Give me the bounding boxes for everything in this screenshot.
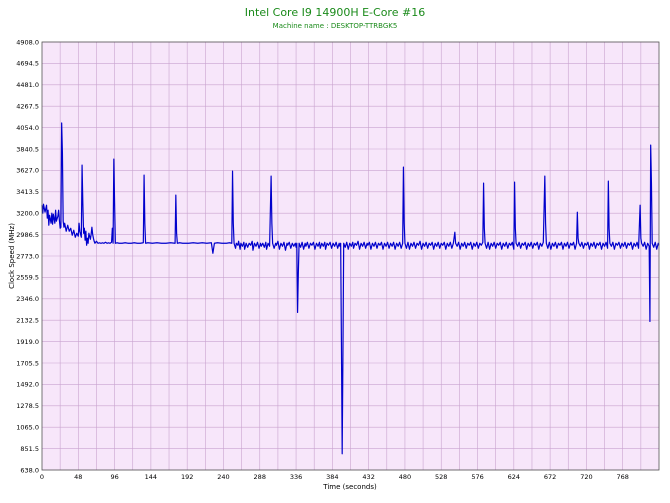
y-axis-label: Clock Speed (MHz) [8, 223, 16, 289]
y-tick-label: 851.5 [20, 445, 39, 453]
x-tick-label: 144 [145, 473, 157, 481]
y-tick-label: 4054.0 [16, 124, 39, 132]
y-tick-label: 1492.0 [16, 381, 39, 389]
x-tick-label: 0 [40, 473, 44, 481]
y-tick-label: 1705.5 [16, 359, 39, 367]
y-tick-label: 1919.0 [16, 338, 39, 346]
x-tick-label: 480 [399, 473, 411, 481]
y-tick-label: 4267.5 [16, 103, 39, 111]
x-tick-label: 624 [508, 473, 520, 481]
x-tick-label: 672 [544, 473, 556, 481]
x-tick-label: 48 [74, 473, 82, 481]
x-tick-label: 768 [616, 473, 628, 481]
y-tick-label: 2132.5 [16, 317, 39, 325]
y-tick-label: 4481.0 [16, 81, 39, 89]
x-tick-label: 240 [217, 473, 229, 481]
grid-lines [42, 41, 659, 471]
y-tick-label: 3627.0 [16, 167, 39, 175]
x-tick-label: 336 [290, 473, 302, 481]
x-tick-label: 432 [362, 473, 374, 481]
x-tick-label: 192 [181, 473, 193, 481]
chart-subtitle: Machine name : DESKTOP-TTRBGK5 [273, 22, 398, 30]
y-tick-label: 3200.0 [16, 210, 39, 218]
y-tick-label: 2986.5 [16, 231, 39, 239]
x-tick-label: 384 [326, 473, 338, 481]
y-tick-label: 2559.5 [16, 274, 39, 282]
x-tick-label: 96 [110, 473, 118, 481]
y-tick-label: 2773.0 [16, 252, 39, 260]
y-tick-label: 1278.5 [16, 402, 39, 410]
clock-speed-chart: Intel Core I9 14900H E-Core #16 Machine … [8, 6, 660, 491]
x-tick-label: 288 [254, 473, 266, 481]
y-tick-label: 4908.0 [16, 38, 39, 46]
x-tick-label: 576 [471, 473, 483, 481]
y-tick-label: 2346.0 [16, 295, 39, 303]
y-tick-label: 4694.5 [16, 60, 39, 68]
x-axis-label: Time (seconds) [322, 483, 377, 491]
x-tick-label: 528 [435, 473, 447, 481]
chart-title: Intel Core I9 14900H E-Core #16 [245, 6, 425, 19]
y-tick-label: 1065.0 [16, 424, 39, 432]
x-axis-tick-labels: 0 48 96 144 192 240 288 336 384 432 480 528 576 624 67… [40, 473, 629, 481]
y-tick-label: 3413.5 [16, 188, 39, 196]
y-axis-tick-labels: 4908.0 4694.5 4481.0 4267.5 4054.0 3840.5 3627… [16, 38, 39, 474]
y-tick-label: 638.0 [20, 466, 39, 474]
x-tick-label: 720 [580, 473, 592, 481]
y-tick-label: 3840.5 [16, 145, 39, 153]
